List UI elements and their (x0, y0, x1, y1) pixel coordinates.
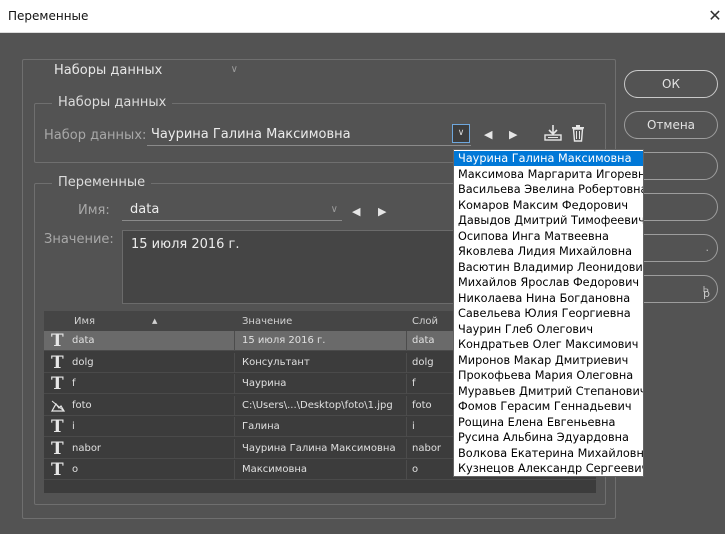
row-name: data (72, 335, 95, 346)
dataset-select-value: Чаурина Галина Максимовна (151, 127, 351, 142)
next-dataset-icon[interactable]: ▶ (509, 128, 517, 141)
row-name: nabor (72, 442, 102, 454)
dataset-dropdown-button[interactable]: ∨ (452, 124, 470, 143)
close-icon[interactable]: ✕ (707, 6, 723, 26)
row-layer: o (412, 464, 419, 475)
variables-dialog: Наборы данных ∨ Наборы данных Набор данн… (0, 33, 725, 534)
dropdown-option[interactable]: Муравьев Дмитрий Степанович (454, 384, 643, 399)
chevron-down-icon: ∨ (330, 204, 338, 215)
row-value: Галина (242, 421, 280, 432)
column-separator (406, 374, 407, 394)
variable-value-text: 15 июля 2016 г. (131, 237, 240, 252)
dropdown-option[interactable]: Савельева Юлия Георгиевна (454, 306, 643, 321)
name-label: Имя: (78, 203, 110, 218)
text-variable-icon: T (51, 460, 64, 480)
ok-button[interactable]: ОК (624, 70, 718, 98)
text-variable-icon: T (51, 438, 64, 459)
window-title: Переменные (8, 9, 89, 23)
dropdown-option[interactable]: Николаева Нина Богдановна (454, 291, 643, 306)
column-separator (234, 460, 235, 480)
row-value: 15 июля 2016 г. (242, 335, 326, 346)
column-separator (234, 331, 235, 351)
dropdown-option[interactable]: Осипова Инга Матвеевна (454, 229, 643, 244)
dropdown-option[interactable]: Миронов Макар Дмитриевич (454, 353, 643, 368)
dropdown-option[interactable]: Кузнецов Александр Сергеевич (454, 461, 643, 476)
column-separator (234, 438, 235, 459)
title-bar: Переменные ✕ (0, 0, 725, 33)
row-value: Максимовна (242, 464, 308, 475)
row-layer: f (412, 378, 416, 389)
column-separator (234, 417, 235, 437)
column-separator (234, 352, 235, 373)
row-value: C:\Users\...\Desktop\foto\1.jpg (242, 399, 393, 411)
chevron-down-icon: ∨ (230, 64, 238, 75)
dropdown-option[interactable]: Максимова Маргарита Игоревна (454, 167, 643, 182)
variable-name-select[interactable]: data ∨ (122, 201, 342, 221)
text-variable-icon: T (51, 417, 64, 437)
column-separator (406, 352, 407, 373)
image-variable-icon (51, 400, 65, 412)
trash-icon[interactable] (570, 124, 586, 142)
dropdown-option[interactable]: Васильева Эвелина Робертовна (454, 182, 643, 197)
column-separator (406, 438, 407, 459)
dropdown-option[interactable]: Волкова Екатерина Михайловна (454, 446, 643, 461)
cancel-button[interactable]: Отмена (624, 111, 718, 139)
column-separator (406, 460, 407, 480)
header-value[interactable]: Значение (242, 316, 292, 327)
preview-label: р (703, 287, 710, 300)
row-layer: foto (412, 399, 432, 411)
dropdown-option[interactable]: Васютин Владимир Леонидович (454, 260, 643, 275)
dropdown-option[interactable]: Яковлева Лидия Михайловна (454, 244, 643, 259)
column-separator (406, 395, 407, 416)
import-dataset-icon[interactable] (544, 124, 562, 142)
column-separator (406, 417, 407, 437)
row-name: foto (72, 399, 92, 411)
header-layer[interactable]: Слой (412, 316, 438, 327)
row-name: i (72, 421, 75, 432)
dropdown-option[interactable]: Кондратьев Олег Максимович (454, 337, 643, 352)
sort-ascending-icon[interactable]: ▲ (152, 317, 157, 325)
dropdown-option[interactable]: Давыдов Дмитрий Тимофеевич (454, 213, 643, 228)
prev-dataset-icon[interactable]: ◀ (484, 128, 492, 141)
dropdown-option[interactable]: Прокофьева Мария Олеговна (454, 368, 643, 383)
column-separator (406, 331, 407, 351)
row-value: Чаурина Галина Максимовна (242, 442, 396, 454)
variables-group-title: Переменные (52, 175, 152, 190)
dropdown-option[interactable]: Русина Альбина Эдуардовна (454, 430, 643, 445)
header-name[interactable]: Имя (74, 316, 95, 327)
text-variable-icon: T (51, 352, 64, 373)
text-variable-icon: T (51, 374, 64, 394)
row-name: dolg (72, 356, 94, 368)
dropdown-option[interactable]: Чаурин Глеб Олегович (454, 322, 643, 337)
dataset-dropdown-list: Чаурина Галина Максимовна Максимова Марга… (453, 149, 644, 477)
row-name: o (72, 464, 79, 475)
mode-select-value: Наборы данных (54, 63, 163, 78)
dataset-label: Набор данных: (44, 128, 147, 143)
row-layer: i (412, 421, 415, 432)
value-label: Значение: (44, 232, 114, 247)
datasets-group-title: Наборы данных (52, 95, 173, 110)
dataset-select[interactable]: Чаурина Галина Максимовна (147, 126, 471, 146)
dropdown-option[interactable]: Рощина Елена Евгеньевна (454, 415, 643, 430)
row-layer: nabor (412, 442, 442, 454)
dropdown-option[interactable]: Михайлов Ярослав Федорович (454, 275, 643, 290)
dropdown-option[interactable]: Чаурина Галина Максимовна (454, 151, 643, 166)
variable-value-field[interactable]: 15 июля 2016 г. (122, 230, 462, 304)
row-layer: data (412, 335, 435, 346)
variable-name-value: data (130, 202, 160, 217)
dropdown-option[interactable]: Фомов Герасим Геннадьевич (454, 399, 643, 414)
row-name: f (72, 378, 76, 389)
text-variable-icon: T (51, 331, 64, 351)
prev-variable-icon[interactable]: ◀ (352, 205, 360, 218)
next-variable-icon[interactable]: ▶ (378, 205, 386, 218)
row-layer: dolg (412, 356, 434, 368)
mode-select[interactable]: Наборы данных ∨ (44, 61, 244, 81)
row-value: Консультант (242, 356, 310, 368)
dropdown-option[interactable]: Комаров Максим Федорович (454, 198, 643, 213)
column-separator (234, 395, 235, 416)
row-value: Чаурина (242, 378, 287, 389)
column-separator (234, 374, 235, 394)
